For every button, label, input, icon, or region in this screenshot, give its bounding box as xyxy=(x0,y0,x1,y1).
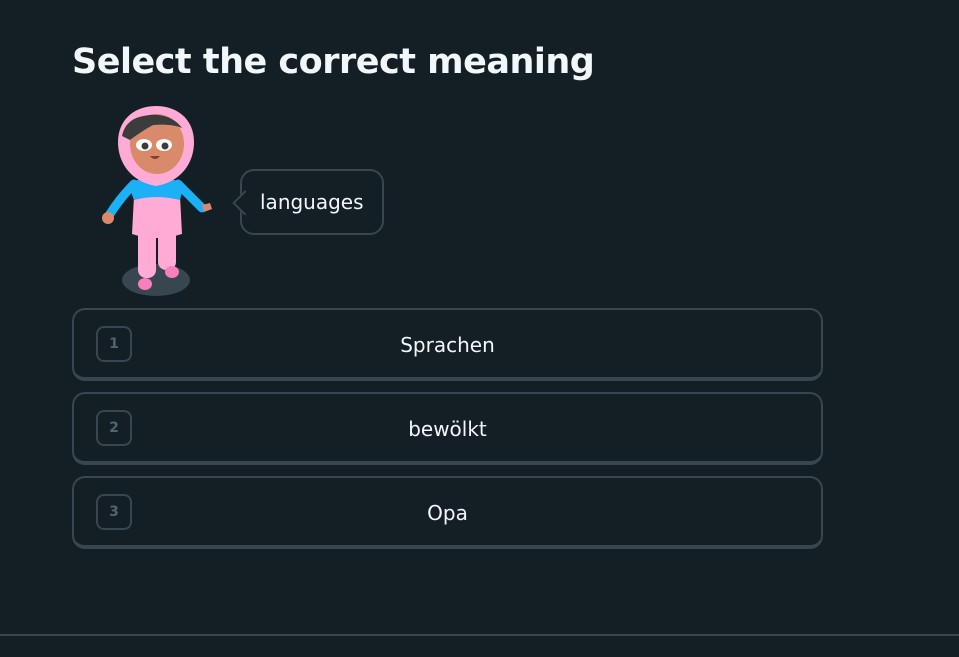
answer-options: 1 Sprachen 2 bewölkt 3 Opa xyxy=(72,308,823,560)
speech-bubble: languages xyxy=(240,169,384,235)
page-title: Select the correct meaning xyxy=(72,42,595,82)
footer-divider xyxy=(0,634,959,636)
option-label: Sprachen xyxy=(400,332,495,357)
speech-bubble-text: languages xyxy=(260,190,364,214)
answer-option-1[interactable]: 1 Sprachen xyxy=(72,308,823,381)
answer-option-2[interactable]: 2 bewölkt xyxy=(72,392,823,465)
character-girl-hijab-icon xyxy=(98,104,218,300)
answer-option-3[interactable]: 3 Opa xyxy=(72,476,823,549)
option-label: bewölkt xyxy=(408,416,487,441)
speech-bubble-tail xyxy=(228,189,254,215)
option-label: Opa xyxy=(427,500,468,525)
